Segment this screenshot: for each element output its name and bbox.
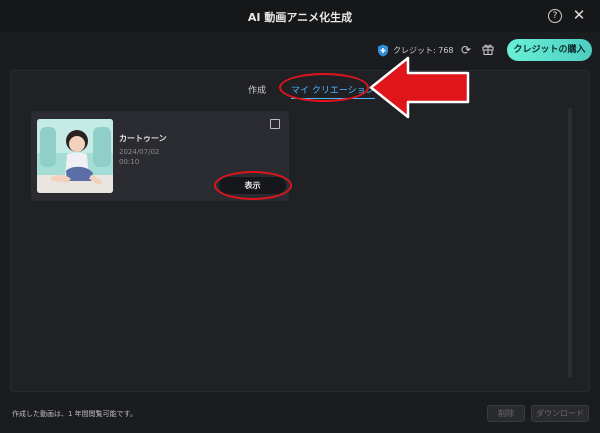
card-duration: 00:10	[119, 158, 140, 166]
gift-icon[interactable]	[482, 43, 494, 55]
delete-button[interactable]: 削除	[487, 405, 525, 422]
help-icon[interactable]: ?	[548, 9, 562, 23]
select-checkbox[interactable]	[270, 119, 280, 129]
annotation-circle-tab	[279, 73, 369, 102]
annotation-circle-view	[214, 171, 292, 200]
tab-create[interactable]: 作成	[248, 83, 266, 96]
video-thumbnail[interactable]	[37, 119, 113, 193]
window-title: AI 動画アニメ化生成	[247, 11, 353, 24]
buy-credits-button[interactable]: クレジットの購入	[507, 39, 592, 61]
scrollbar[interactable]	[568, 108, 572, 378]
close-icon[interactable]: ✕	[571, 6, 587, 24]
card-date: 2024/07/02	[119, 148, 160, 156]
download-button[interactable]: ダウンロード	[531, 405, 589, 422]
annotation-arrow-icon	[369, 56, 470, 119]
footer-notice: 作成した動画は、1 年間閲覧可能です。	[12, 410, 137, 418]
card-title: カートゥーン	[119, 134, 167, 143]
